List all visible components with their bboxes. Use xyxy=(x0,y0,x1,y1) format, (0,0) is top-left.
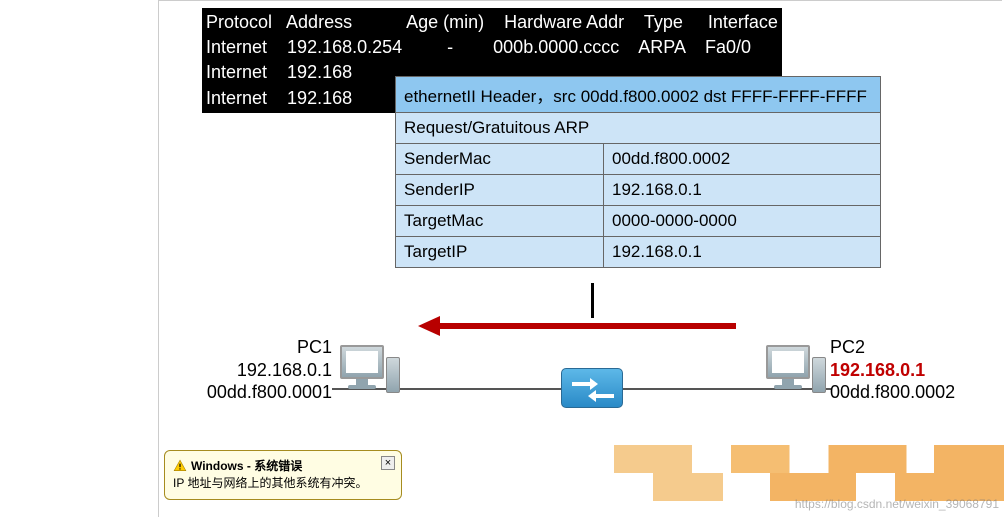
arp-row-2: Internet 192.168 xyxy=(206,62,352,82)
pc1-name: PC1 xyxy=(172,336,332,359)
target-ip-value: 192.168.0.1 xyxy=(604,237,880,267)
error-dialog: × Windows - 系统错误 IP 地址与网络上的其他系统有冲突。 xyxy=(164,450,402,500)
packet-stem xyxy=(591,283,594,318)
watermark: https://blog.csdn.net/weixin_39068791 xyxy=(795,497,999,511)
dialog-title: Windows - 系统错误 xyxy=(191,457,302,474)
pc1-icon xyxy=(340,345,400,395)
eth-header: ethernetII Header，src 00dd.f800.0002 dst… xyxy=(396,77,880,112)
pc1-mac: 00dd.f800.0001 xyxy=(172,381,332,404)
target-ip-label: TargetIP xyxy=(396,237,604,267)
arp-row-3: Internet 192.168 xyxy=(206,88,352,108)
direction-arrow xyxy=(418,316,736,336)
sender-mac-label: SenderMac xyxy=(396,144,604,174)
pc1-ip: 192.168.0.1 xyxy=(172,359,332,382)
arp-type: Request/Gratuitous ARP xyxy=(396,113,880,143)
dialog-body: IP 地址与网络上的其他系统有冲突。 xyxy=(173,474,393,491)
switch-icon xyxy=(561,368,623,408)
sender-ip-label: SenderIP xyxy=(396,175,604,205)
sender-ip-value: 192.168.0.1 xyxy=(604,175,880,205)
arp-row-1: Internet 192.168.0.254 - 000b.0000.cccc … xyxy=(206,37,751,57)
pc2-label: PC2 192.168.0.1 00dd.f800.0002 xyxy=(830,336,955,404)
target-mac-value: 0000-0000-0000 xyxy=(604,206,880,236)
warning-icon xyxy=(173,459,187,473)
close-icon[interactable]: × xyxy=(381,456,395,470)
pc2-ip: 192.168.0.1 xyxy=(830,359,955,382)
pc1-label: PC1 192.168.0.1 00dd.f800.0001 xyxy=(172,336,332,404)
target-mac-label: TargetMac xyxy=(396,206,604,236)
packet-detail: ethernetII Header，src 00dd.f800.0002 dst… xyxy=(395,76,881,268)
pc2-icon xyxy=(766,345,826,395)
sender-mac-value: 00dd.f800.0002 xyxy=(604,144,880,174)
pc2-name: PC2 xyxy=(830,336,955,359)
mosaic-overlay xyxy=(614,445,1004,501)
pc2-mac: 00dd.f800.0002 xyxy=(830,381,955,404)
arp-header: Protocol Address Age (min) Hardware Addr… xyxy=(206,12,778,32)
